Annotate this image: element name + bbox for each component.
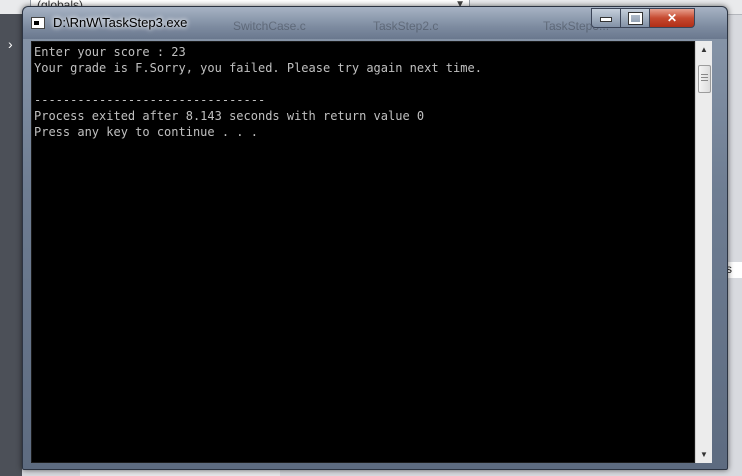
chevron-right-icon[interactable]: › bbox=[8, 36, 13, 52]
console-output: Enter your score : 23 Your grade is F.So… bbox=[32, 42, 694, 140]
console-line: Press any key to continue . . . bbox=[34, 125, 258, 139]
close-icon: ✕ bbox=[666, 11, 678, 25]
scroll-down-icon[interactable]: ▼ bbox=[696, 446, 712, 463]
console-line: Process exited after 8.143 seconds with … bbox=[34, 109, 425, 123]
console-line: -------------------------------- bbox=[34, 93, 266, 107]
close-button[interactable]: ✕ bbox=[649, 8, 695, 28]
console-line: Your grade is F.Sorry, you failed. Pleas… bbox=[34, 61, 482, 75]
console-output-area[interactable]: Enter your score : 23 Your grade is F.So… bbox=[31, 41, 695, 463]
console-window[interactable]: SwitchCase.c TaskStep2.c TaskStep3... D:… bbox=[22, 6, 728, 470]
maximize-icon bbox=[627, 12, 643, 25]
scroll-up-icon[interactable]: ▲ bbox=[696, 41, 712, 58]
scrollbar-thumb[interactable] bbox=[698, 65, 711, 93]
minimize-icon bbox=[600, 17, 612, 22]
ide-editor-text-fragment: s bbox=[723, 262, 742, 278]
vertical-scrollbar[interactable]: ▲ ▼ bbox=[695, 41, 712, 463]
maximize-button[interactable] bbox=[620, 8, 650, 28]
minimize-button[interactable] bbox=[591, 8, 621, 28]
background-tab: TaskStep2.c bbox=[373, 19, 439, 33]
console-app-icon[interactable] bbox=[31, 17, 45, 29]
ide-left-panel: › bbox=[0, 14, 22, 476]
window-titlebar[interactable]: SwitchCase.c TaskStep2.c TaskStep3... D:… bbox=[23, 7, 727, 39]
window-title: D:\RnW\TaskStep3.exe bbox=[53, 15, 188, 30]
background-tab: SwitchCase.c bbox=[233, 19, 306, 33]
console-line: Enter your score : 23 bbox=[34, 45, 186, 59]
